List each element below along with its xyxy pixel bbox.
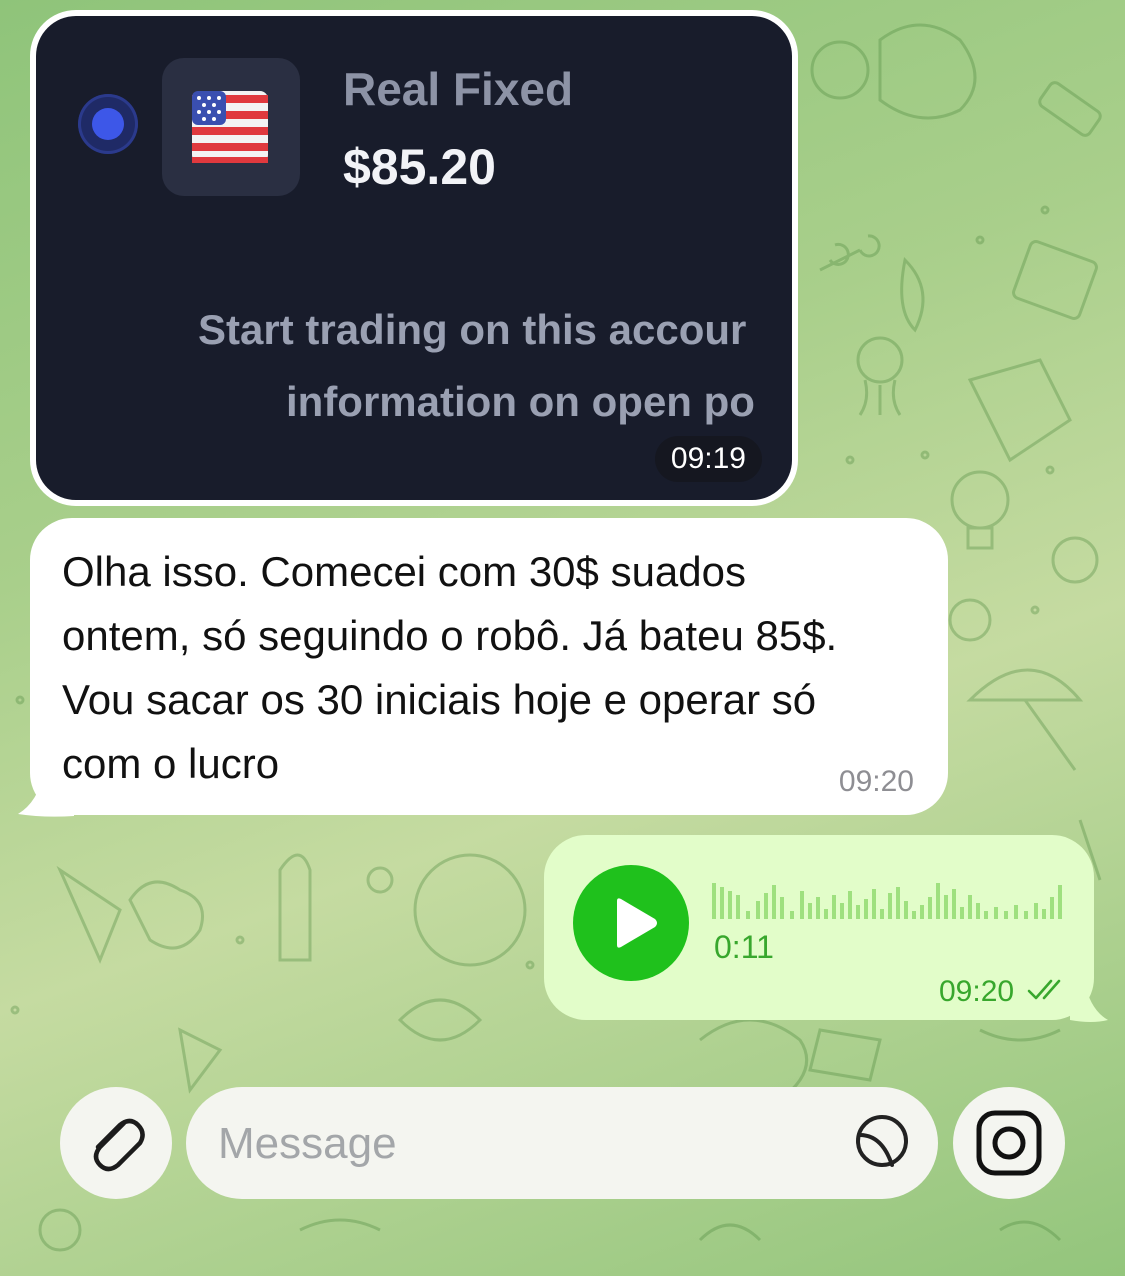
account-radio-button: [78, 94, 138, 154]
voice-message-time: 09:20: [939, 975, 1015, 1008]
attach-button[interactable]: [60, 1087, 172, 1199]
shared-screenshot[interactable]: Real Fixed $85.20 Start trading on this …: [36, 16, 792, 500]
trading-info-line-1: Start trading on this accour: [198, 306, 747, 353]
double-check-icon: [1027, 979, 1061, 1000]
play-icon: [617, 898, 657, 948]
us-flag-icon: [192, 91, 268, 163]
camera-icon: [976, 1110, 1042, 1176]
voice-duration: 0:11: [714, 929, 774, 965]
image-message[interactable]: Real Fixed $85.20 Start trading on this …: [30, 10, 798, 506]
play-button[interactable]: [573, 865, 689, 981]
incoming-text-message[interactable]: Olha isso. Comecei com 30$ suados ontem,…: [30, 518, 948, 815]
voice-waveform[interactable]: [712, 879, 1068, 919]
message-line-1: Olha isso. Comecei com 30$ suados: [62, 548, 746, 595]
sticker-icon[interactable]: [852, 1111, 912, 1171]
trading-info-line-2: information on open po: [286, 378, 755, 425]
flag-container: [162, 58, 300, 196]
message-line-3: Vou sacar os 30 iniciais hoje e operar s…: [62, 676, 817, 723]
message-line-2: ontem, só seguindo o robô. Já bateu 85$.: [62, 612, 838, 659]
camera-button[interactable]: [953, 1087, 1065, 1199]
account-balance: $85.20: [343, 139, 496, 195]
message-line-4: com o lucro: [62, 740, 280, 787]
paperclip-icon: [93, 1118, 145, 1172]
text-message-time: 09:20: [838, 765, 914, 798]
image-message-time: 09:19: [654, 436, 762, 482]
account-name: Real Fixed: [343, 63, 574, 115]
message-input-container[interactable]: [186, 1087, 938, 1199]
message-input[interactable]: [216, 1109, 820, 1179]
outgoing-voice-message[interactable]: 0:11 09:20: [544, 835, 1094, 1020]
message-text: Olha isso. Comecei com 30$ suados ontem,…: [62, 540, 932, 796]
radio-selected-dot: [92, 108, 124, 140]
